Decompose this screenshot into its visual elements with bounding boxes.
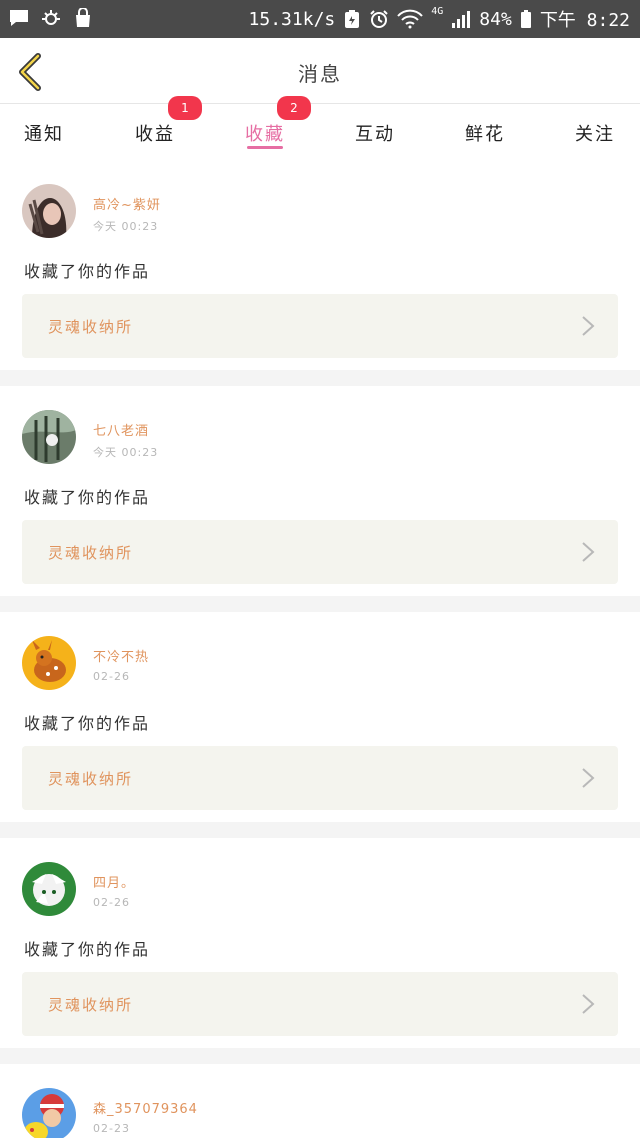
active-tab-indicator [247, 146, 283, 149]
timestamp: 今天 00:23 [93, 220, 159, 233]
message-card: 森_357079364 02-23 [0, 1076, 640, 1138]
timestamp: 02-26 [93, 896, 130, 909]
work-link[interactable]: 灵魂收纳所 [22, 972, 618, 1036]
username[interactable]: 四月。 [93, 872, 135, 891]
message-card: 四月。 02-26 收藏了你的作品 灵魂收纳所 [0, 850, 640, 1060]
divider [0, 370, 640, 386]
avatar[interactable] [22, 184, 76, 238]
timestamp: 02-23 [93, 1122, 130, 1135]
action-text: 收藏了你的作品 [24, 488, 151, 507]
battery-icon [520, 10, 531, 28]
message-card: 高冷~紫妍 今天 00:23 收藏了你的作品 灵魂收纳所 [0, 172, 640, 382]
message-icon [10, 10, 28, 26]
divider [0, 822, 640, 838]
status-bar: 15.31k/s 4G 84% 下午 8:22 [0, 0, 640, 38]
network-speed: 15.31k/s [248, 8, 336, 30]
work-link[interactable]: 灵魂收纳所 [22, 746, 618, 810]
message-card: 七八老酒 今天 00:23 收藏了你的作品 灵魂收纳所 [0, 398, 640, 608]
action-text: 收藏了你的作品 [24, 940, 151, 959]
work-title: 灵魂收纳所 [48, 318, 134, 336]
status-bar-right: 15.31k/s 4G 84% 下午 8:22 [249, 6, 630, 32]
chevron-right-icon [582, 994, 595, 1014]
chevron-right-icon [582, 768, 595, 788]
action-text: 收藏了你的作品 [24, 714, 151, 733]
timestamp: 02-26 [93, 670, 130, 683]
wifi-icon [397, 9, 423, 29]
divider [0, 596, 640, 612]
action-text: 收藏了你的作品 [24, 262, 151, 281]
tab-follow[interactable]: 关注 [565, 120, 625, 146]
clock: 下午 8:22 [539, 10, 630, 31]
avatar[interactable] [22, 410, 76, 464]
username[interactable]: 高冷~紫妍 [93, 194, 161, 213]
battery-percent: 84% [479, 8, 512, 30]
eye-icon [42, 10, 60, 25]
tab-favorites[interactable]: 收藏 [235, 120, 295, 146]
status-bar-left [8, 8, 94, 28]
avatar[interactable] [22, 1088, 76, 1138]
timestamp: 今天 00:23 [93, 446, 159, 459]
username[interactable]: 七八老酒 [93, 420, 149, 439]
divider [0, 1048, 640, 1064]
battery-saver-icon [345, 10, 360, 28]
username[interactable]: 不冷不热 [93, 646, 149, 665]
tab-favorites-badge: 2 [277, 96, 311, 120]
work-title: 灵魂收纳所 [48, 770, 134, 788]
tab-bar: 通知 收益 收藏 互动 鲜花 关注 [0, 104, 640, 162]
avatar[interactable] [22, 636, 76, 690]
alarm-icon [370, 10, 388, 28]
bag-icon [76, 8, 90, 27]
work-title: 灵魂收纳所 [48, 544, 134, 562]
avatar[interactable] [22, 862, 76, 916]
username[interactable]: 森_357079364 [93, 1098, 198, 1117]
tab-earnings-badge: 1 [168, 96, 202, 120]
signal-icon [452, 11, 471, 28]
tab-notice[interactable]: 通知 [14, 120, 74, 146]
work-link[interactable]: 灵魂收纳所 [22, 294, 618, 358]
work-title: 灵魂收纳所 [48, 996, 134, 1014]
tab-interaction[interactable]: 互动 [345, 120, 405, 146]
work-link[interactable]: 灵魂收纳所 [22, 520, 618, 584]
title-bar: 消息 [0, 38, 640, 104]
tab-earnings[interactable]: 收益 [125, 120, 185, 146]
page-title: 消息 [298, 62, 342, 86]
chevron-right-icon [582, 316, 595, 336]
tab-flowers[interactable]: 鲜花 [455, 120, 515, 146]
network-type: 4G [431, 5, 444, 17]
message-card: 不冷不热 02-26 收藏了你的作品 灵魂收纳所 [0, 624, 640, 834]
chevron-right-icon [582, 542, 595, 562]
